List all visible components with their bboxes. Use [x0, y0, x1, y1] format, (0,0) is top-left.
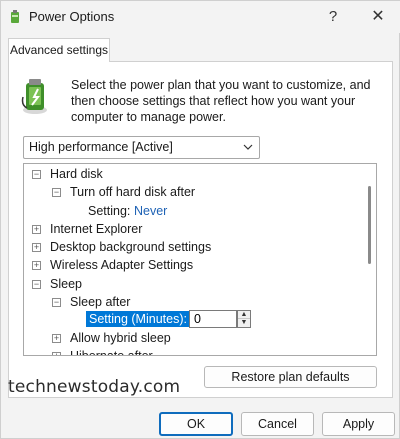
cancel-button[interactable]: Cancel	[241, 412, 314, 436]
collapse-icon[interactable]: −	[32, 280, 41, 289]
tree-item-hard-disk-setting[interactable]: Setting: Never	[88, 202, 288, 220]
tree-item-internet-explorer[interactable]: + Internet Explorer	[32, 220, 352, 238]
tree-item-wireless-adapter[interactable]: + Wireless Adapter Settings	[32, 256, 352, 274]
expand-icon[interactable]: +	[32, 261, 41, 270]
tree-item-turn-off-hard-disk[interactable]: − Turn off hard disk after	[52, 183, 352, 201]
description-text: Select the power plan that you want to c…	[71, 78, 371, 124]
tree-item-label: Desktop background settings	[50, 240, 212, 254]
scrollbar-thumb[interactable]	[368, 186, 371, 264]
tree-item-hibernate-after[interactable]: + Hibernate after	[52, 347, 352, 356]
tree-item-hard-disk[interactable]: − Hard disk	[32, 165, 352, 183]
tree-item-label: Wireless Adapter Settings	[50, 258, 194, 272]
minutes-spinner[interactable]: ▲ ▼	[237, 310, 251, 328]
spin-up-icon[interactable]: ▲	[238, 311, 250, 319]
settings-tree[interactable]: − Hard disk − Turn off hard disk after S…	[23, 163, 377, 356]
window-title: Power Options	[29, 9, 115, 24]
battery-plan-icon	[21, 79, 47, 114]
setting-label: Setting:	[88, 204, 131, 218]
tree-item-desktop-background[interactable]: + Desktop background settings	[32, 238, 352, 256]
power-options-dialog: Power Options ? ✕ Advanced settings Sele…	[0, 0, 400, 439]
tree-item-sleep-setting[interactable]: Setting (Minutes): ▲ ▼	[86, 310, 266, 328]
tree-item-label: Internet Explorer	[50, 222, 143, 236]
power-plan-select-value: High performance [Active]	[29, 140, 173, 154]
sleep-minutes-input[interactable]	[189, 310, 237, 328]
tree-item-label: Hard disk	[50, 167, 103, 181]
tree-item-label: Turn off hard disk after	[70, 185, 196, 199]
tree-item-sleep-after[interactable]: − Sleep after	[52, 293, 352, 311]
expand-icon[interactable]: +	[52, 352, 61, 355]
tree-item-label: Sleep	[50, 277, 82, 291]
tab-advanced-settings[interactable]: Advanced settings	[8, 38, 110, 62]
tree-item-label: Hibernate after	[70, 349, 153, 356]
power-plan-select[interactable]: High performance [Active]	[23, 136, 260, 159]
power-options-icon	[11, 10, 19, 23]
setting-value-link[interactable]: Never	[134, 202, 167, 220]
tree-item-label: Sleep after	[70, 295, 131, 309]
expand-icon[interactable]: +	[32, 243, 41, 252]
collapse-icon[interactable]: −	[52, 298, 61, 307]
expand-icon[interactable]: +	[32, 225, 41, 234]
chevron-down-icon	[243, 144, 253, 150]
ok-button[interactable]: OK	[159, 412, 233, 436]
expand-icon[interactable]: +	[52, 334, 61, 343]
collapse-icon[interactable]: −	[52, 188, 61, 197]
help-button[interactable]: ?	[319, 3, 347, 31]
title-bar[interactable]: Power Options ? ✕	[1, 1, 400, 33]
collapse-icon[interactable]: −	[32, 170, 41, 179]
spin-down-icon[interactable]: ▼	[238, 319, 250, 327]
apply-button[interactable]: Apply	[322, 412, 395, 436]
tree-item-label: Allow hybrid sleep	[70, 331, 171, 345]
setting-label-selected: Setting (Minutes):	[86, 311, 190, 327]
tree-item-allow-hybrid-sleep[interactable]: + Allow hybrid sleep	[52, 329, 352, 347]
tree-scrollbar[interactable]	[363, 164, 376, 355]
watermark: technewstoday.com	[8, 377, 181, 397]
tree-item-sleep[interactable]: − Sleep	[32, 275, 352, 293]
restore-plan-defaults-button[interactable]: Restore plan defaults	[204, 366, 377, 388]
close-button[interactable]: ✕	[363, 3, 393, 31]
